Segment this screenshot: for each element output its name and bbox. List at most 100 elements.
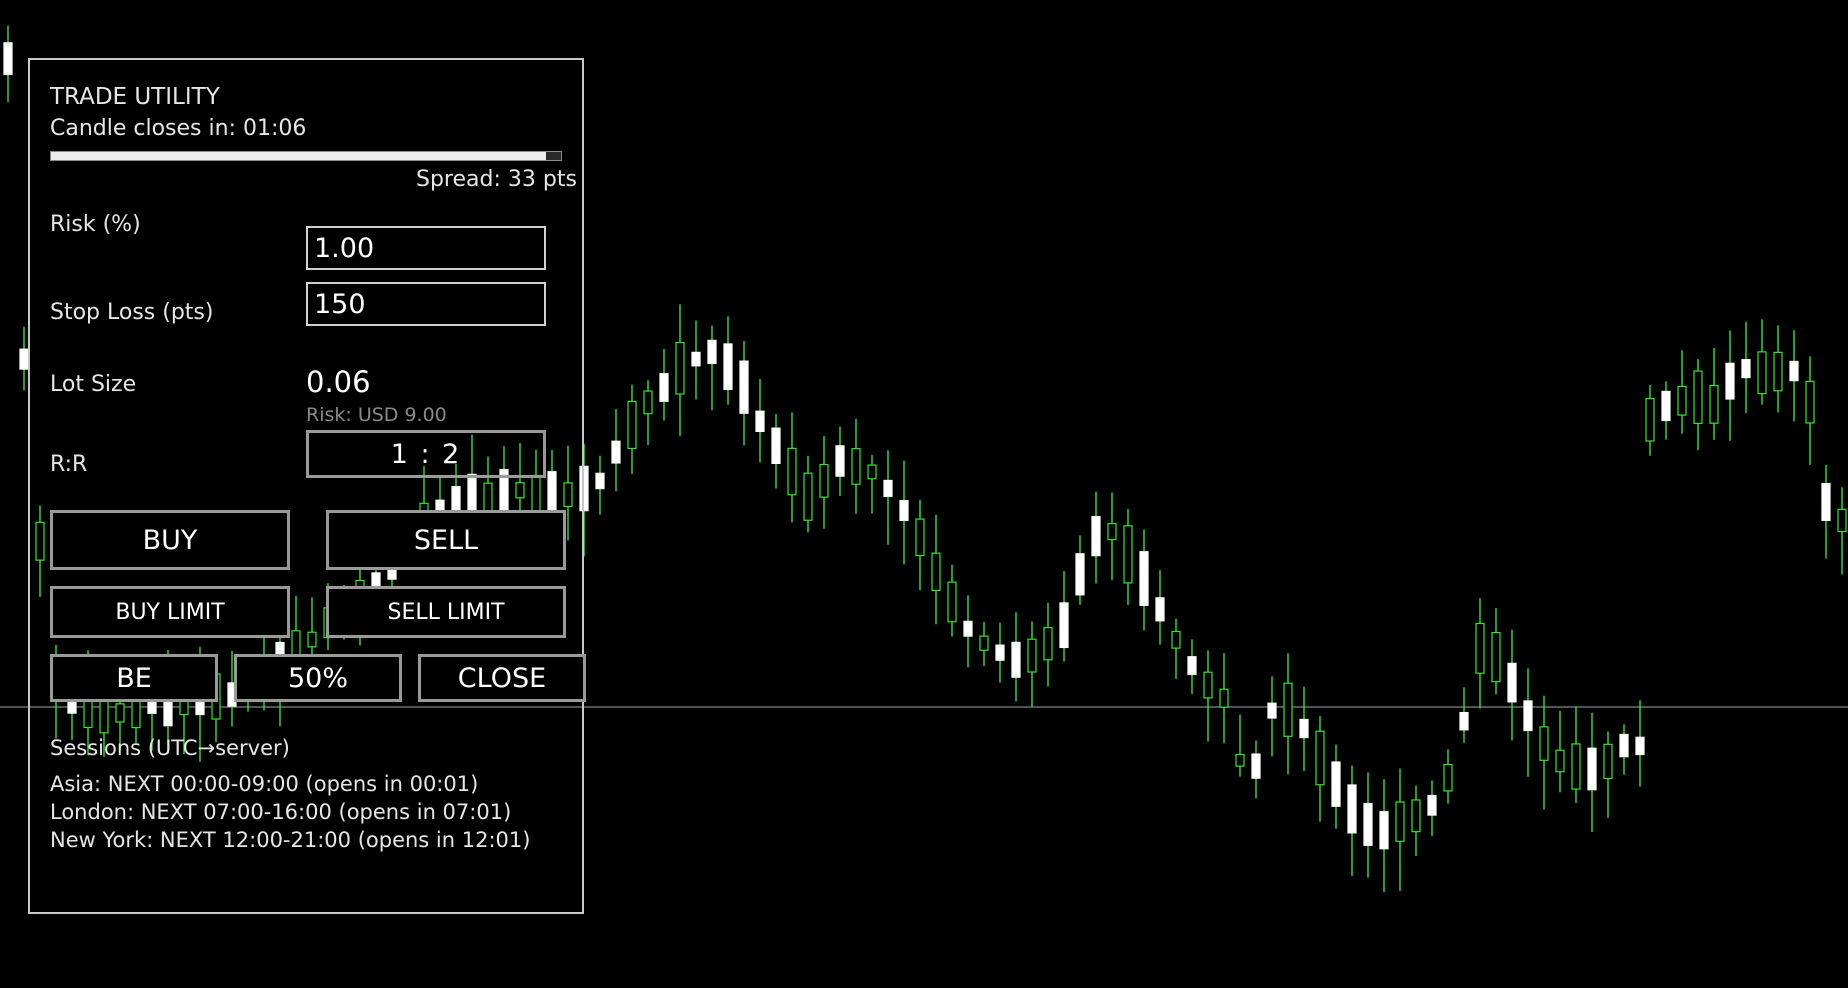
candle-body bbox=[1789, 360, 1799, 382]
candle-body bbox=[1661, 390, 1671, 422]
candle-body bbox=[675, 341, 685, 395]
candle-body bbox=[1075, 553, 1085, 596]
candle-body bbox=[1091, 515, 1101, 557]
candle-body bbox=[1171, 630, 1181, 649]
stop-loss-input[interactable] bbox=[306, 282, 546, 326]
close-button[interactable]: CLOSE bbox=[418, 654, 586, 702]
candle-body bbox=[659, 373, 669, 402]
candle-body bbox=[931, 552, 941, 592]
lot-size-value: 0.06 bbox=[306, 365, 371, 399]
candle-body bbox=[1443, 763, 1453, 792]
candle-body bbox=[723, 343, 733, 391]
candle-body bbox=[1805, 380, 1815, 424]
candle-body bbox=[771, 427, 781, 464]
candle-body bbox=[1107, 523, 1117, 541]
candle-body bbox=[1523, 700, 1533, 732]
candle-body bbox=[1059, 602, 1069, 649]
candle-body bbox=[1677, 385, 1687, 416]
candle-body bbox=[1187, 656, 1197, 676]
rr-selector[interactable]: 1 : 2 bbox=[306, 430, 546, 478]
candle-body bbox=[1363, 802, 1373, 846]
candle-body bbox=[1603, 743, 1613, 780]
candle-body bbox=[707, 339, 717, 365]
session-line-london: London: NEXT 07:00-16:00 (opens in 07:01… bbox=[50, 800, 512, 824]
candle-body bbox=[627, 400, 637, 450]
candle-body bbox=[1123, 525, 1133, 584]
candle-body bbox=[1155, 597, 1165, 622]
candle-body bbox=[1203, 671, 1213, 699]
candle-body bbox=[803, 472, 813, 521]
candle-body bbox=[595, 472, 605, 490]
candle-body bbox=[1011, 641, 1021, 678]
candle-body bbox=[1331, 761, 1341, 807]
candle-body bbox=[1709, 384, 1719, 424]
candle-body bbox=[1427, 794, 1437, 816]
candle-body bbox=[1821, 482, 1831, 521]
candle-body bbox=[1139, 551, 1149, 606]
candle-body bbox=[947, 581, 957, 623]
candle-body bbox=[1347, 784, 1357, 834]
sell-limit-button[interactable]: SELL LIMIT bbox=[326, 586, 566, 638]
candle-body bbox=[1299, 718, 1309, 739]
candle-body bbox=[1475, 622, 1485, 674]
buy-button[interactable]: BUY bbox=[50, 510, 290, 570]
candle-body bbox=[851, 448, 861, 485]
candle-body bbox=[1267, 702, 1277, 719]
candle-body bbox=[1219, 688, 1229, 708]
candle-body bbox=[883, 479, 893, 497]
risk-input[interactable] bbox=[306, 226, 546, 270]
candle-body bbox=[787, 447, 797, 496]
panel-title: TRADE UTILITY bbox=[50, 84, 220, 110]
risk-usd-label: Risk: USD 9.00 bbox=[306, 404, 447, 426]
candle-body bbox=[611, 440, 621, 464]
candle-body bbox=[739, 360, 749, 414]
spread-label: Spread: 33 pts bbox=[416, 167, 577, 192]
sell-button[interactable]: SELL bbox=[326, 510, 566, 570]
stop-loss-label: Stop Loss (pts) bbox=[50, 300, 214, 325]
candle-body bbox=[899, 500, 909, 521]
candle-countdown: Candle closes in: 01:06 bbox=[50, 116, 307, 141]
candle-body bbox=[1571, 743, 1581, 790]
candle-body bbox=[1539, 726, 1549, 761]
candle-body bbox=[1411, 799, 1421, 833]
candle-body bbox=[19, 348, 29, 370]
candle-body bbox=[1773, 351, 1783, 392]
risk-label: Risk (%) bbox=[50, 212, 141, 237]
candle-progress-fill bbox=[51, 152, 546, 160]
candle-body bbox=[1379, 811, 1389, 850]
candle-body bbox=[915, 518, 925, 557]
close-half-button[interactable]: 50% bbox=[234, 654, 402, 702]
candle-body bbox=[1555, 749, 1565, 773]
candle-body bbox=[963, 620, 973, 637]
candle-body bbox=[835, 445, 845, 477]
candle-body bbox=[995, 644, 1005, 661]
candle-body bbox=[1395, 801, 1405, 842]
candle-body bbox=[1645, 398, 1655, 442]
buy-limit-button[interactable]: BUY LIMIT bbox=[50, 586, 290, 638]
candle-body bbox=[691, 351, 701, 367]
candle-body bbox=[1741, 359, 1751, 379]
candle-body bbox=[1315, 730, 1325, 786]
lot-size-label: Lot Size bbox=[50, 372, 137, 397]
candle-body bbox=[1491, 632, 1501, 683]
candle-body bbox=[1235, 753, 1245, 767]
candle-body bbox=[1043, 626, 1053, 661]
candle-body bbox=[1693, 370, 1703, 425]
candle-body bbox=[1459, 711, 1469, 731]
candle-body bbox=[1587, 747, 1597, 791]
candle-body bbox=[979, 635, 989, 651]
candle-progress-bar bbox=[50, 151, 562, 161]
candle-body bbox=[1027, 638, 1037, 673]
candle-body bbox=[1507, 662, 1517, 703]
candle-body bbox=[3, 42, 13, 76]
rr-label: R:R bbox=[50, 452, 88, 477]
candle-body bbox=[1837, 508, 1847, 533]
candle-body bbox=[1635, 736, 1645, 756]
breakeven-button[interactable]: BE bbox=[50, 654, 218, 702]
candle-body bbox=[867, 464, 877, 480]
candle-body bbox=[755, 410, 765, 433]
session-line-newyork: New York: NEXT 12:00-21:00 (opens in 12:… bbox=[50, 828, 531, 852]
session-line-asia: Asia: NEXT 00:00-09:00 (opens in 00:01) bbox=[50, 772, 479, 796]
candle-body bbox=[1283, 682, 1293, 737]
candle-body bbox=[1757, 351, 1767, 395]
